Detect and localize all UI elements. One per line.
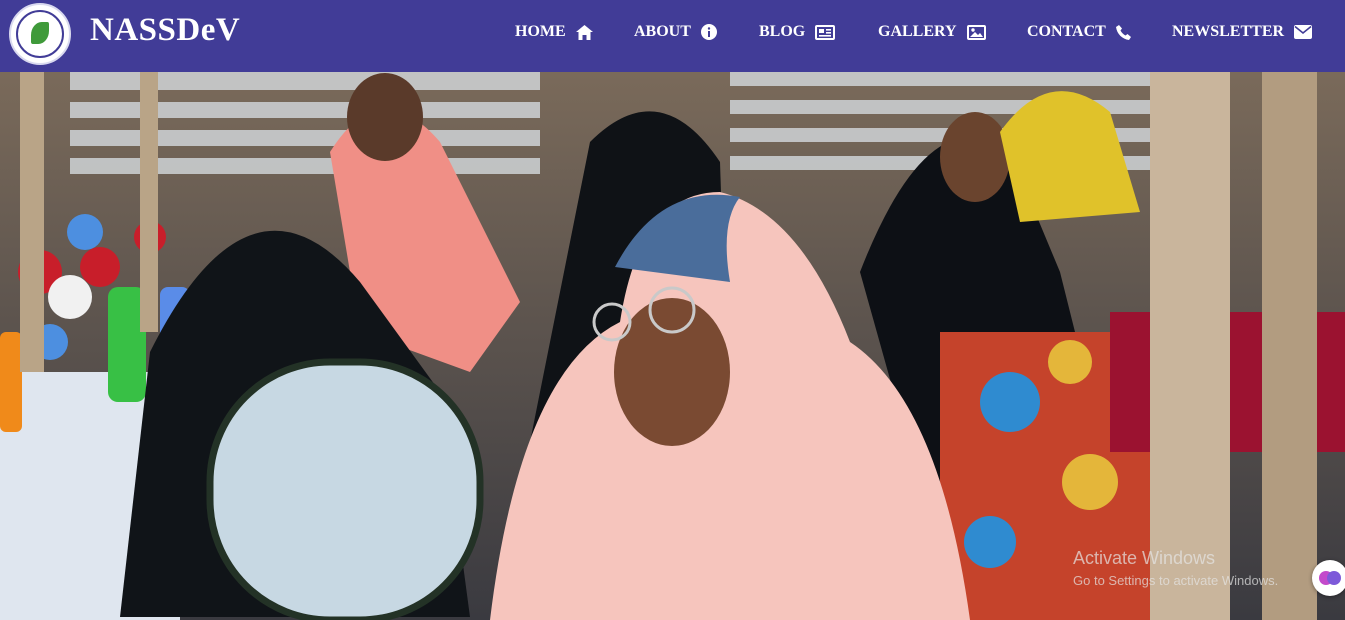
floating-assistant-button[interactable] <box>1312 560 1345 596</box>
windows-activation-title: Activate Windows <box>1073 548 1216 568</box>
nav-about-label: ABOUT <box>634 23 691 40</box>
envelope-icon <box>1294 25 1313 39</box>
hero-banner-photo <box>0 72 1345 620</box>
nav-newsletter[interactable]: NEWSLETTER <box>1172 20 1313 44</box>
nav-gallery-label: GALLERY <box>878 23 957 40</box>
nav-home[interactable]: HOME <box>515 20 593 44</box>
nav-blog-label: BLOG <box>759 23 806 40</box>
nav-blog[interactable]: BLOG <box>759 20 836 44</box>
site-logo[interactable] <box>9 3 71 65</box>
site-brand[interactable]: NASSDeV <box>90 12 240 49</box>
info-icon <box>700 24 717 40</box>
newspaper-icon <box>815 24 836 40</box>
brain-icon <box>1319 571 1341 585</box>
nav-home-label: HOME <box>515 23 566 40</box>
nav-about[interactable]: ABOUT <box>634 20 717 44</box>
nav-newsletter-label: NEWSLETTER <box>1172 23 1285 40</box>
nav-contact[interactable]: CONTACT <box>1027 20 1131 44</box>
nav-contact-label: CONTACT <box>1027 23 1106 40</box>
hero-photo-illustration <box>0 72 1345 620</box>
top-navbar: NASSDeV HOME ABOUT BLOG GALLERY CONTACT … <box>0 0 1345 72</box>
home-icon <box>575 24 593 40</box>
nav-gallery[interactable]: GALLERY <box>878 20 986 44</box>
windows-activation-hint: Go to Settings to activate Windows. <box>1073 573 1279 588</box>
phone-icon <box>1115 24 1131 40</box>
image-icon <box>966 24 986 40</box>
